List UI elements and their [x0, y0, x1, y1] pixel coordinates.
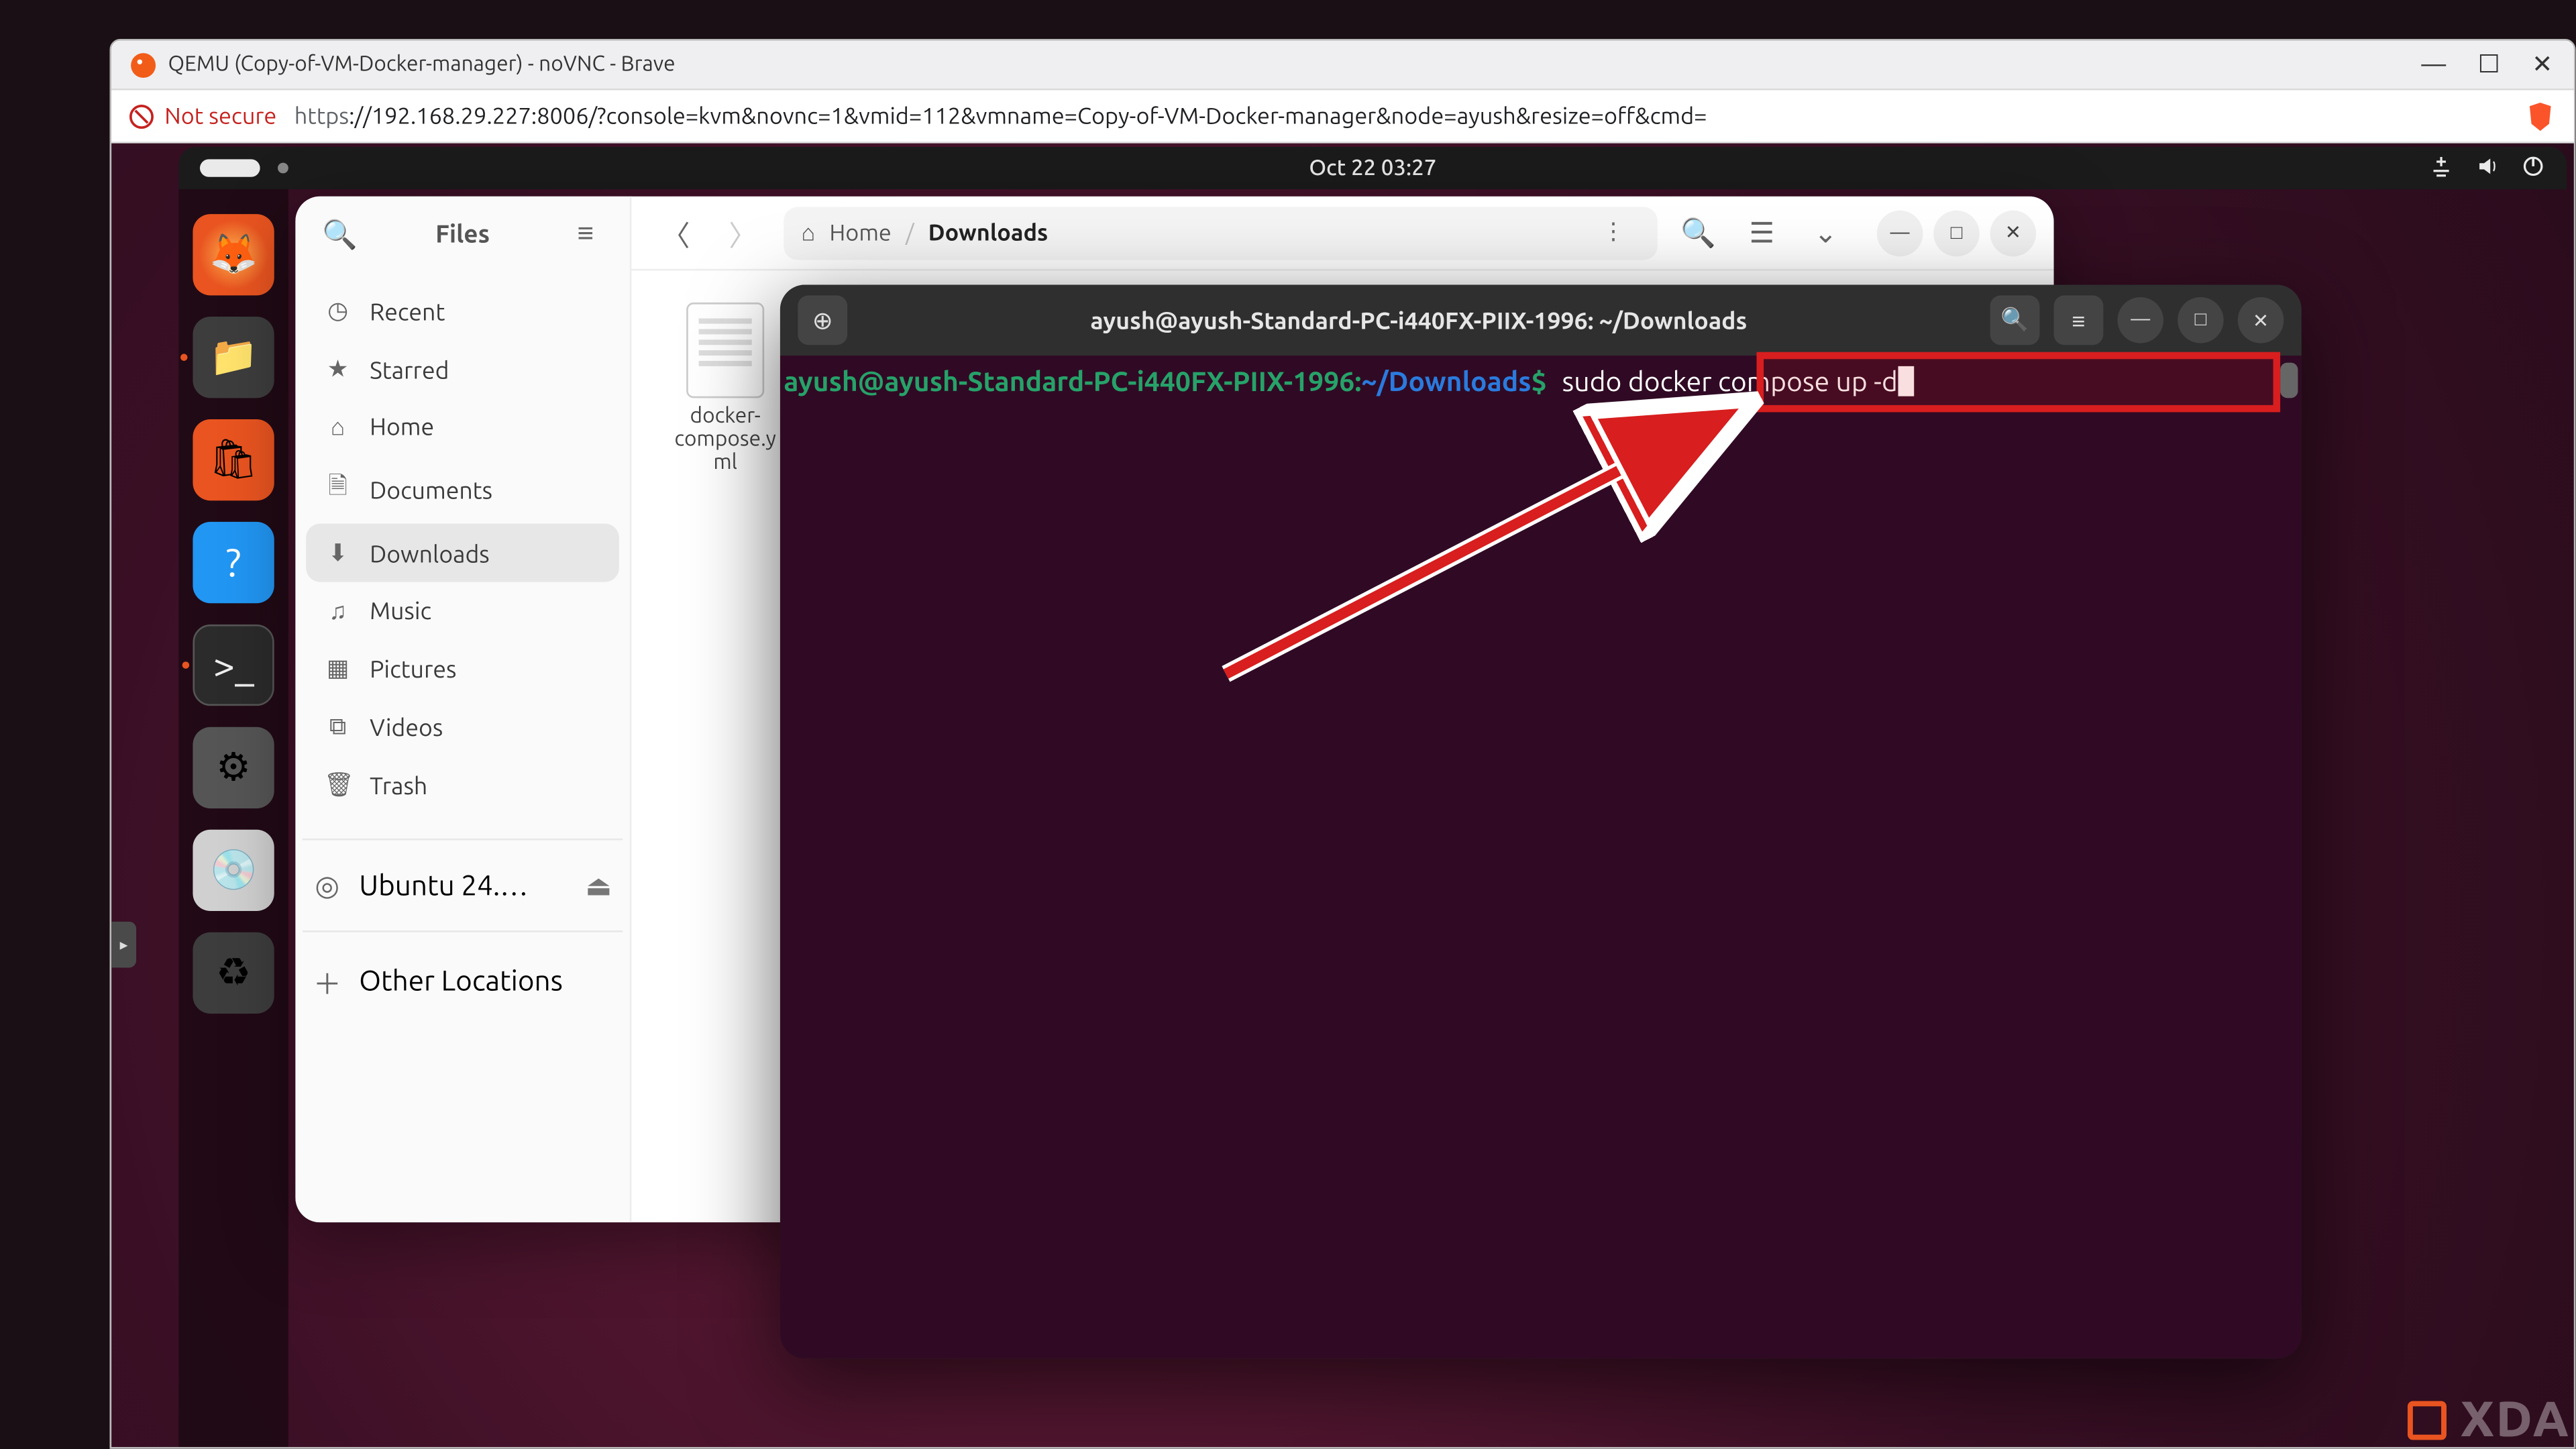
minimize-button[interactable]: —	[2421, 50, 2446, 80]
activities-button[interactable]	[200, 159, 260, 176]
gnome-top-bar: Oct 22 03:27	[178, 147, 2567, 189]
sidebar-item-starred[interactable]: ★Starred	[306, 339, 619, 398]
sidebar-item-downloads[interactable]: ⬇Downloads	[306, 524, 619, 582]
sidebar-icon: ▦	[324, 653, 352, 683]
network-icon[interactable]	[2429, 153, 2454, 183]
files-maximize-button[interactable]: □	[1933, 209, 1980, 256]
maximize-button[interactable]: ☐	[2478, 50, 2500, 80]
volume-icon[interactable]	[2475, 153, 2500, 183]
dock-app-disk[interactable]: 💿	[193, 830, 274, 911]
browser-window: QEMU (Copy-of-VM-Docker-manager) - noVNC…	[109, 39, 2575, 1449]
terminal-titlebar: ⊕ ayush@ayush-Standard-PC-i440FX-PIIX-19…	[780, 285, 2302, 356]
sidebar-icon: ⬇	[324, 538, 352, 568]
terminal-body[interactable]: ayush@ayush-Standard-PC-i440FX-PIIX-1996…	[780, 356, 2302, 1358]
sidebar-icon: ⧉	[324, 711, 352, 741]
terminal-command: sudo docker compose up -d	[1562, 366, 1898, 396]
brave-shields-icon[interactable]	[2524, 100, 2556, 131]
disk-icon: ◎	[313, 869, 341, 902]
files-sidebar: 🔍 Files ≡ ◷Recent★Starred⌂Home🗎Documents…	[295, 197, 631, 1222]
sidebar-icon: ♫	[324, 596, 352, 625]
not-secure-badge[interactable]: Not secure	[129, 103, 277, 128]
eject-icon[interactable]: ⏏	[586, 869, 612, 902]
terminal-new-tab-button[interactable]: ⊕	[798, 295, 847, 345]
path-menu-icon[interactable]: ⋮	[1587, 206, 1640, 259]
breadcrumb[interactable]: ⌂ Home / Downloads ⋮	[784, 206, 1658, 259]
browser-tab-bar: QEMU (Copy-of-VM-Docker-manager) - noVNC…	[111, 41, 2574, 91]
plus-icon: ＋	[313, 961, 341, 1003]
prompt-user: ayush@ayush-Standard-PC-i440FX-PIIX-1996	[784, 366, 1354, 396]
terminal-hamburger-icon[interactable]: ≡	[2054, 295, 2104, 345]
files-toolbar: 〈 〉 ⌂ Home / Downloads ⋮ 🔍 ☰ ⌄	[631, 197, 2053, 271]
sidebar-icon: 🗎	[324, 469, 352, 510]
breadcrumb-current[interactable]: Downloads	[928, 220, 1049, 245]
file-docker-compose[interactable]: docker- compose.y ml	[663, 303, 788, 1191]
power-icon[interactable]	[2521, 153, 2546, 183]
sidebar-other-locations[interactable]: ＋ Other Locations	[295, 947, 629, 1017]
vnc-desktop: ▸ Oct 22 03:27 🦊 📁 🛍 ? >_ ⚙	[111, 144, 2574, 1447]
terminal-minimize-button[interactable]: —	[2117, 297, 2163, 343]
sidebar-icon: ★	[324, 354, 352, 384]
document-icon	[686, 303, 764, 398]
terminal-window: ⊕ ayush@ayush-Standard-PC-i440FX-PIIX-19…	[780, 285, 2302, 1359]
close-button[interactable]: ✕	[2532, 50, 2553, 80]
breadcrumb-home[interactable]: Home	[829, 220, 891, 245]
dock-app-help[interactable]: ?	[193, 522, 274, 603]
workspace-dot-icon	[278, 163, 288, 174]
back-button[interactable]: 〈	[649, 206, 702, 259]
terminal-maximize-button[interactable]: □	[2178, 297, 2224, 343]
prompt-path: ~/Downloads	[1361, 366, 1531, 396]
dock-app-settings[interactable]: ⚙	[193, 727, 274, 808]
sidebar-search-icon[interactable]: 🔍	[313, 207, 366, 260]
home-icon: ⌂	[802, 219, 816, 246]
clock[interactable]: Oct 22 03:27	[1309, 156, 1436, 180]
sidebar-icon: ⌂	[324, 412, 352, 440]
sidebar-icon: ◷	[324, 295, 352, 325]
gnome-dock: 🦊 📁 🛍 ? >_ ⚙ 💿 ♻	[178, 189, 288, 1447]
sidebar-icon: 🗑	[324, 769, 352, 800]
xda-watermark: XDA	[2408, 1392, 2571, 1447]
files-minimize-button[interactable]: —	[1877, 209, 1923, 256]
sidebar-item-home[interactable]: ⌂Home	[306, 398, 619, 454]
terminal-close-button[interactable]: ✕	[2238, 297, 2284, 343]
dock-app-terminal[interactable]: >_	[193, 625, 274, 706]
dock-app-software[interactable]: 🛍	[193, 419, 274, 500]
search-files-icon[interactable]: 🔍	[1672, 206, 1725, 259]
dock-app-trash[interactable]: ♻	[193, 932, 274, 1014]
terminal-cursor	[1898, 366, 1914, 396]
sidebar-item-documents[interactable]: 🗎Documents	[306, 455, 619, 524]
files-app-title: Files	[380, 219, 545, 248]
qemu-favicon	[129, 50, 158, 78]
view-dropdown-icon[interactable]: ⌄	[1799, 206, 1852, 259]
terminal-scrollbar[interactable]	[2280, 363, 2298, 398]
files-close-button[interactable]: ✕	[1990, 209, 2037, 256]
forward-button[interactable]: 〉	[716, 206, 769, 259]
dock-app-files[interactable]: 📁	[193, 317, 274, 398]
sidebar-item-trash[interactable]: 🗑Trash	[306, 755, 619, 814]
list-view-icon[interactable]: ☰	[1735, 206, 1788, 259]
sidebar-item-pictures[interactable]: ▦Pictures	[306, 639, 619, 697]
dock-app-firefox[interactable]: 🦊	[193, 214, 274, 295]
sidebar-volume-ubuntu[interactable]: ◎ Ubuntu 24.… ⏏	[295, 855, 629, 916]
terminal-search-icon[interactable]: 🔍	[1990, 295, 2040, 345]
terminal-title: ayush@ayush-Standard-PC-i440FX-PIIX-1996…	[861, 306, 1976, 334]
sidebar-item-videos[interactable]: ⧉Videos	[306, 697, 619, 755]
sidebar-hamburger-icon[interactable]: ≡	[559, 207, 612, 260]
sidebar-item-music[interactable]: ♫Music	[306, 582, 619, 639]
novnc-panel-toggle[interactable]: ▸	[111, 922, 136, 968]
sidebar-item-recent[interactable]: ◷Recent	[306, 281, 619, 339]
browser-tab-title[interactable]: QEMU (Copy-of-VM-Docker-manager) - noVNC…	[168, 53, 676, 76]
browser-address-bar[interactable]: Not secure https://192.168.29.227:8006/?…	[111, 90, 2574, 143]
url-text: https://192.168.29.227:8006/?console=kvm…	[294, 103, 1707, 128]
